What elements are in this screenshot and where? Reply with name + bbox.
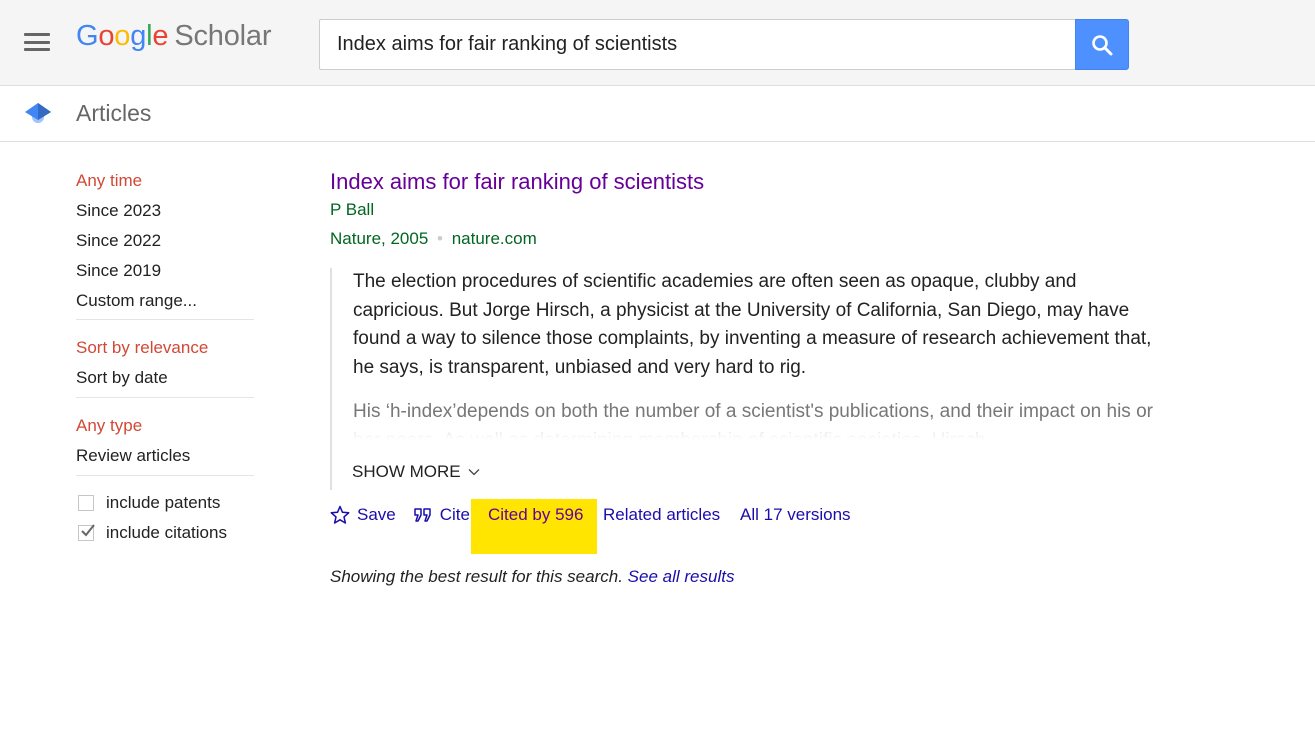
save-label: Save [357, 505, 396, 524]
best-result-text: Showing the best result for this search. [330, 567, 623, 586]
filter-custom-range[interactable]: Custom range... [76, 290, 254, 319]
header-bar: Google Scholar [0, 0, 1315, 86]
filter-since-2022[interactable]: Since 2022 [76, 230, 254, 260]
divider [76, 475, 254, 476]
filter-any-type[interactable]: Any type [76, 415, 254, 445]
related-articles-link[interactable]: Related articles [603, 505, 720, 525]
articles-label: Articles [76, 100, 152, 126]
star-icon [330, 505, 350, 524]
result-abstract: The election procedures of scientific ac… [330, 268, 1160, 490]
google-scholar-logo[interactable]: Google Scholar [76, 20, 271, 53]
checkbox-unchecked[interactable] [78, 495, 94, 511]
search-button[interactable] [1075, 19, 1129, 70]
cited-by-link[interactable]: Cited by 596 [488, 505, 583, 525]
see-all-results-link[interactable]: See all results [628, 567, 735, 586]
best-result-note: Showing the best result for this search.… [330, 567, 734, 587]
include-citations-checkbox[interactable]: include citations [76, 518, 254, 548]
divider [76, 397, 254, 398]
search-input[interactable] [320, 20, 1076, 69]
abstract-paragraph-2: His ‘h-index’depends on both the number … [353, 401, 1153, 440]
subheader-bar [0, 86, 1315, 142]
filter-any-time[interactable]: Any time [76, 170, 254, 200]
result-publication-info: Nature, 2005 • nature.com [330, 228, 1160, 250]
filter-since-2023[interactable]: Since 2023 [76, 200, 254, 230]
include-citations-label: include citations [106, 523, 227, 542]
search-box [319, 19, 1076, 70]
result-source-link[interactable]: nature.com [452, 229, 537, 248]
save-button[interactable]: Save [330, 505, 396, 525]
include-patents-checkbox[interactable]: include patents [76, 488, 254, 518]
cite-button[interactable]: Cite [413, 505, 470, 525]
show-more-button[interactable]: SHOW MORE [352, 462, 480, 482]
sidebar-filters: Any time Since 2023 Since 2022 Since 201… [76, 170, 254, 548]
sort-by-relevance[interactable]: Sort by relevance [76, 337, 254, 367]
separator-dot: • [437, 229, 443, 248]
filter-since-2019[interactable]: Since 2019 [76, 260, 254, 290]
cite-label: Cite [439, 505, 470, 524]
divider [76, 319, 254, 320]
quote-icon [414, 508, 431, 522]
checkmark-icon [81, 524, 95, 537]
result-authors: P Ball [330, 200, 375, 219]
result-title-link[interactable]: Index aims for fair ranking of scientist… [330, 168, 704, 196]
checkbox-checked[interactable] [78, 524, 95, 541]
result-venue: Nature, 2005 [330, 229, 429, 248]
show-more-label: SHOW MORE [352, 462, 461, 481]
search-icon [1092, 34, 1113, 55]
graduation-cap-icon [25, 103, 51, 123]
search-result: Index aims for fair ranking of scientist… [330, 168, 1160, 250]
hamburger-menu-icon[interactable] [24, 33, 50, 51]
all-versions-link[interactable]: All 17 versions [740, 505, 851, 525]
result-actions: Save Cite [330, 503, 487, 527]
chevron-down-icon [468, 469, 480, 476]
sort-by-date[interactable]: Sort by date [76, 367, 254, 397]
abstract-paragraph-1: The election procedures of scientific ac… [353, 271, 1152, 378]
filter-review-articles[interactable]: Review articles [76, 445, 254, 475]
include-patents-label: include patents [106, 493, 221, 512]
